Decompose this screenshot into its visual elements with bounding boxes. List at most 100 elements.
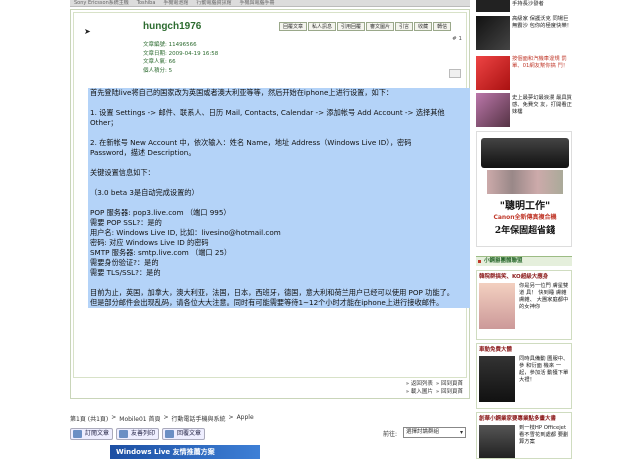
reply-icon <box>165 430 175 438</box>
content-line <box>88 98 470 108</box>
meta-label: 文章日期 <box>143 50 166 57</box>
meta-label: 文章人氣 <box>143 59 166 65</box>
post-actions: 回覆文章 私人訊息 引用回覆 審文圖片 引言 收藏 轉信 <box>279 22 452 31</box>
subscribe-icon <box>73 430 82 438</box>
button-label: 訂閱文章 <box>85 430 110 437</box>
meta-label: 文章編號 <box>143 42 166 48</box>
sidebar-promo-box[interactable]: 創華小鋼業家要專業點多畫大書 到一枝HP Officejet 看不雪花到處都 要… <box>476 412 572 459</box>
top-strip-item[interactable]: Sony Ericsson系統主機 <box>74 0 129 6</box>
meta-value: 11496566 <box>168 42 197 48</box>
promo-text: 你是另一位門 膚星雙道 具！ 快到睡 膚雜膚雜、 大團家庭都中 的女神你 <box>519 283 569 310</box>
forum-group-select[interactable]: 選擇討論群組 <box>403 427 466 438</box>
quote-button[interactable]: 引言 <box>395 22 414 31</box>
breadcrumb-category[interactable]: 行動電話手機與系統 <box>172 414 226 423</box>
content-line <box>88 178 470 188</box>
breadcrumb: 第1頁 (共1頁) > Mobile01 首頁 > 行動電話手機與系統 > Ap… <box>70 414 254 423</box>
back-to-top-link[interactable]: » 回到頁首 <box>436 387 463 395</box>
canon-ad-subline: Canon全新傳真複合機 <box>493 214 557 221</box>
section-title: 小鋼爵團體聯盟 <box>484 258 523 264</box>
bullet-icon <box>478 260 481 263</box>
load-images-link[interactable]: » 載入圖片 <box>406 387 433 395</box>
content-line: 需要身份验证?：是的 <box>88 258 470 268</box>
back-to-top-link[interactable]: » 回到頁首 <box>436 379 463 387</box>
promo-image <box>479 356 515 402</box>
print-icon <box>119 430 129 438</box>
top-strip-item[interactable]: 手機電池館 <box>163 0 188 6</box>
sidebar-promo-box[interactable]: 車動免費大體 同時具備動 圖服中、 參 和衍面 機來 一起，參加活 動獲下單大禮… <box>476 343 572 409</box>
image-thumbnail-icon[interactable] <box>449 69 461 78</box>
breadcrumb-separator: > <box>163 414 169 421</box>
button-label: 友善列印 <box>131 430 156 437</box>
goto-label: 前往: <box>383 431 398 438</box>
sidebar-section-header: 小鋼爵團體聯盟 <box>476 256 572 266</box>
ad-image <box>476 93 510 127</box>
meta-row: 文章編號: 11496566 <box>143 42 197 48</box>
ad-text: 史上最夢幻最浪漫 最具質感、免費交 友，打開看正妹樓 <box>512 95 572 115</box>
post-floor-number[interactable]: # 1 <box>452 36 462 42</box>
meta-label: 個人積分 <box>143 67 166 74</box>
top-strip-item[interactable]: 手機與電腦手冊 <box>239 0 274 6</box>
content-line: 但是部分邮件会出现乱码，请各位大大注意。同时有可能需要等待1~12个小时才能在i… <box>88 298 470 308</box>
content-line: 需要 POP SSL?：是的 <box>88 218 470 228</box>
back-to-list-link[interactable]: » 返回列表 <box>406 379 433 387</box>
sidebar-ad[interactable]: 高級家 保護沃克 同場巨無霸沙 包你的極度快樂！ <box>476 14 572 52</box>
promo-image <box>479 283 515 329</box>
content-line: 2. 在新帐号 New Account 中，依次输入：姓名 Name，地址 Ad… <box>88 138 470 148</box>
right-sidebar: 手持長沙發者 高級家 保護沃克 同場巨無霸沙 包你的極度快樂！ 按個面和汽機車違… <box>476 0 572 459</box>
post-content: 首先登陆live将自己的国家改为英国或者澳大利亚等等，然后开始在iphone上进… <box>88 88 470 372</box>
content-line: 需要 TLS/SSL?：是的 <box>88 268 470 278</box>
print-button[interactable]: 友善列印 <box>116 428 160 440</box>
sidebar-ad[interactable]: 史上最夢幻最浪漫 最具質感、免費交 友，打開看正妹樓 <box>476 93 572 129</box>
sidebar-ad[interactable]: 手持長沙發者 <box>476 0 572 12</box>
promo-image <box>479 425 515 458</box>
ad-text: 手持長沙發者 <box>512 1 544 7</box>
canon-ad-footer: 2年保固超省錢 <box>494 226 556 236</box>
breadcrumb-separator: > <box>111 414 117 421</box>
content-line: 首先登陆live将自己的国家改为英国或者澳大利亚等等，然后开始在iphone上进… <box>88 88 470 98</box>
post-author[interactable]: hungch1976 <box>143 21 201 32</box>
post-inner: ➤ hungch1976 文章編號: 11496566 文章日期: 2009-0… <box>73 12 470 378</box>
content-line: 密码: 对应 Windows Live ID 的密码 <box>88 238 470 248</box>
ad-text: 按個面和汽機車違規 罰單、01網友幫你搞 鬥！ <box>512 56 569 69</box>
promo-title: 創華小鋼業家要專業點多畫大書 <box>479 416 557 422</box>
breadcrumb-home[interactable]: Mobile01 首頁 <box>119 414 160 423</box>
sidebar-ad[interactable]: 按個面和汽機車違規 罰單、01網友幫你搞 鬥！ <box>476 54 572 92</box>
report-image-button[interactable]: 審文圖片 <box>366 22 395 31</box>
content-line: （3.0 beta 3是自动完成设置的） <box>88 188 470 198</box>
quote-reply-button[interactable]: 引用回覆 <box>337 22 366 31</box>
reply-button[interactable]: 回覆文章 <box>162 428 206 440</box>
favorite-button[interactable]: 收藏 <box>414 22 433 31</box>
forum-post: ➤ hungch1976 文章編號: 11496566 文章日期: 2009-0… <box>70 9 470 399</box>
content-line <box>88 278 470 288</box>
content-line <box>88 158 470 168</box>
content-line: 1. 设置 Settings -> 邮件、联系人、日历 Mail, Contac… <box>88 108 470 118</box>
promo-title: 韓院群搞笑、KO超級大應身 <box>479 274 549 280</box>
breadcrumb-forum[interactable]: Apple <box>237 414 254 423</box>
meta-value: 2009-04-19 16:58 <box>168 50 219 57</box>
content-line: POP 服务器: pop3.live.com （端口 995） <box>88 208 470 218</box>
top-strip-item[interactable]: Toshiba <box>137 0 156 6</box>
post-footer: » 返回列表 » 回到頁首 » 載入圖片 » 回到頁首 <box>73 378 467 396</box>
breadcrumb-separator: > <box>228 414 234 421</box>
top-nav-strip: Sony Ericsson系統主機 Toshiba 手機電池館 行動電腦資訊館 … <box>70 0 470 7</box>
promo-title: 車動免費大體 <box>479 347 513 353</box>
forward-button[interactable]: 轉信 <box>433 22 452 31</box>
subscribe-button[interactable]: 訂閱文章 <box>70 428 114 440</box>
meta-row: 個人積分: 5 <box>143 67 173 74</box>
top-strip-item[interactable]: 行動電腦資訊館 <box>196 0 231 6</box>
ad-image <box>476 0 510 12</box>
people-image <box>487 170 563 194</box>
windows-live-banner[interactable]: Windows Live 友情推薦方案 <box>110 445 260 459</box>
reply-post-button[interactable]: 回覆文章 <box>279 22 308 31</box>
ad-text: 高級家 保護沃克 同場巨無霸沙 包你的極度快樂！ <box>512 16 572 29</box>
post-meta: 文章編號: 11496566 文章日期: 2009-04-19 16:58 文章… <box>143 41 218 75</box>
canon-ad-banner[interactable]: "聰明工作" Canon全新傳真複合機 2年保固超省錢 <box>476 131 572 247</box>
button-label: 回覆文章 <box>177 430 202 437</box>
bottom-toolbar: 訂閱文章 友善列印 回覆文章 前往: 選擇討論群組 <box>70 425 470 443</box>
sidebar-promo-box[interactable]: 韓院群搞笑、KO超級大應身 你是另一位門 膚星雙道 具！ 快到睡 膚雜膚雜、 大… <box>476 270 572 340</box>
private-message-button[interactable]: 私人訊息 <box>308 22 337 31</box>
printer-image <box>481 138 569 168</box>
post-footer-links-2: » 載入圖片 » 回到頁首 <box>406 387 463 395</box>
content-line: Password，描述 Description。 <box>88 148 470 158</box>
ad-image <box>476 16 510 50</box>
